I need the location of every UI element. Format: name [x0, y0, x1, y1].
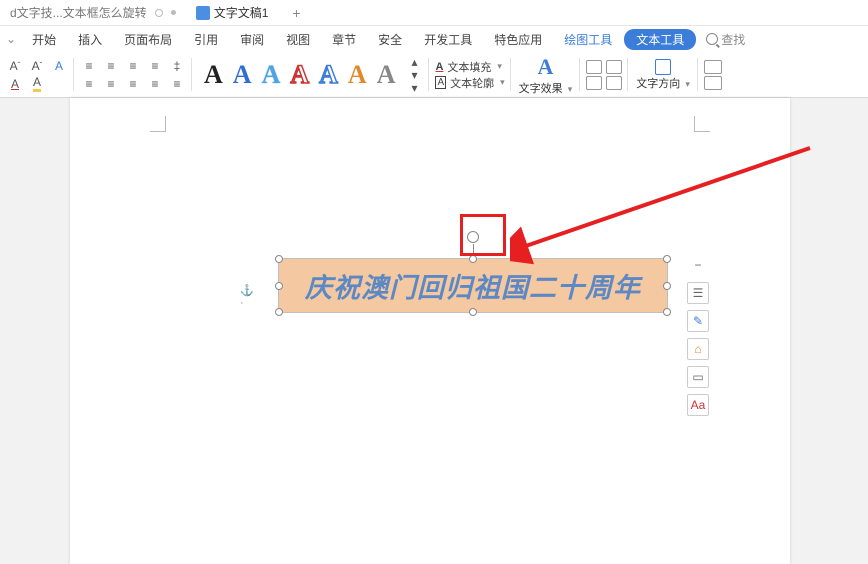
search-box[interactable]: 查找 — [706, 31, 745, 48]
resize-handle-tm[interactable] — [469, 255, 477, 263]
textbox-text[interactable]: 庆祝澳门回归祖国二十周年 — [305, 266, 641, 305]
font-increase-button[interactable]: Aˆ — [6, 57, 24, 75]
chevron-down-icon: ▾ — [497, 61, 502, 72]
ribbon-toolbar: Aˆ Aˇ A A A ≡ ≡ ≡ ≡ ‡ ≡ ≡ ≡ ≡ ≡ A A A — [0, 52, 868, 98]
resize-handle-mr[interactable] — [663, 282, 671, 290]
text-effect-group: A 文字效果 ▾ — [511, 52, 581, 97]
text-direction-icon — [655, 59, 671, 75]
menu-bar: ⌄ 开始 插入 页面布局 引用 审阅 视图 章节 安全 开发工具 特色应用 绘图… — [0, 26, 868, 52]
text-outline-button[interactable]: A 文本轮廓 ▾ — [435, 75, 504, 91]
align-distrib-button[interactable]: ≡ — [168, 75, 186, 93]
align-left-button[interactable]: ≡ — [80, 75, 98, 93]
wordart-more[interactable]: ▾ — [405, 82, 423, 94]
text-direction-button[interactable]: 文字方向 ▾ — [636, 59, 690, 91]
page-margin-corner-tl — [150, 116, 166, 132]
chevron-down-icon: ▾ — [500, 77, 505, 88]
wordart-scroll-down[interactable]: ▾ — [405, 69, 423, 81]
align-top-button[interactable] — [586, 60, 602, 74]
bullet-list-button[interactable]: ≡ — [80, 57, 98, 75]
annotation-highlight-box — [460, 214, 506, 256]
wordart-preset-2[interactable]: A — [233, 60, 252, 90]
menu-text-tool[interactable]: 文本工具 — [624, 29, 696, 50]
annotation-arrow — [510, 138, 830, 268]
doc-tab-2[interactable]: 文字文稿1 — [186, 0, 279, 25]
menu-review[interactable]: 审阅 — [230, 28, 274, 51]
text-effect-button[interactable]: A 文字效果 ▾ — [519, 54, 573, 96]
font-clear-button[interactable]: A — [50, 57, 68, 75]
menu-insert[interactable]: 插入 — [68, 28, 112, 51]
expand-menu-icon[interactable]: ⌄ — [2, 32, 20, 46]
number-list-button[interactable]: ≡ — [102, 57, 120, 75]
page[interactable]: ⚓ · 庆祝澳门回归祖国二十周年 − ☰ ✎ ⌂ ▭ Aa — [70, 98, 790, 564]
wps-doc-icon — [196, 6, 210, 20]
menu-reference[interactable]: 引用 — [184, 28, 228, 51]
paragraph-group: ≡ ≡ ≡ ≡ ‡ ≡ ≡ ≡ ≡ ≡ — [74, 52, 192, 97]
search-icon — [706, 33, 718, 45]
text-direction-group: 文字方向 ▾ — [628, 52, 698, 97]
indent-dec-button[interactable]: ≡ — [124, 57, 142, 75]
resize-handle-bm[interactable] — [469, 308, 477, 316]
wordart-preset-7[interactable]: A — [377, 60, 396, 90]
menu-section[interactable]: 章节 — [322, 28, 366, 51]
wordart-preset-6[interactable]: A — [348, 60, 367, 90]
text-align-group — [580, 52, 628, 97]
anchor-icon: ⚓ · — [240, 284, 254, 298]
wordart-style-group: A A A A A A A ▴ ▾ ▾ — [192, 52, 429, 97]
indent-inc-button[interactable]: ≡ — [146, 57, 164, 75]
wordart-preset-5[interactable]: A — [319, 60, 338, 90]
edit-button[interactable]: ✎ — [687, 310, 709, 332]
document-tabs: d文字技...文本框怎么旋转 文字文稿1 + — [0, 0, 868, 26]
align-middle-button[interactable] — [586, 76, 602, 90]
resize-handle-tl[interactable] — [275, 255, 283, 263]
link-button[interactable] — [704, 60, 722, 74]
align-justify-button[interactable]: ≡ — [146, 75, 164, 93]
menu-start[interactable]: 开始 — [22, 28, 66, 51]
fill-button[interactable]: ⌂ — [687, 338, 709, 360]
wordart-preset-3[interactable]: A — [262, 60, 281, 90]
text-effect-label: 文字效果 ▾ — [519, 80, 573, 96]
highlight-button[interactable]: A — [28, 75, 46, 93]
font-panel-button[interactable]: Aa — [687, 394, 709, 416]
doc-tab-2-label: 文字文稿1 — [214, 4, 269, 21]
menu-view[interactable]: 视图 — [276, 28, 320, 51]
text-effect-icon: A — [538, 54, 554, 80]
page-margin-corner-tr — [694, 116, 710, 132]
tab-close-icon[interactable] — [155, 9, 163, 17]
resize-handle-ml[interactable] — [275, 282, 283, 290]
text-direction-label: 文字方向 ▾ — [636, 75, 690, 91]
menu-layout[interactable]: 页面布局 — [114, 28, 182, 51]
font-decrease-button[interactable]: Aˇ — [28, 57, 46, 75]
columns-button[interactable] — [704, 76, 722, 90]
menu-special[interactable]: 特色应用 — [484, 28, 552, 51]
text-fill-button[interactable]: A 文本填充 ▾ — [435, 59, 504, 75]
text-fill-group: A 文本填充 ▾ A 文本轮廓 ▾ — [429, 52, 510, 97]
wordart-preset-1[interactable]: A — [204, 60, 223, 90]
font-color-button[interactable]: A — [6, 75, 24, 93]
search-placeholder: 查找 — [721, 31, 745, 48]
margin-button[interactable] — [606, 60, 622, 74]
text-fill-label: 文本填充 — [447, 59, 491, 75]
shape-button[interactable]: ▭ — [687, 366, 709, 388]
align-center-button[interactable]: ≡ — [102, 75, 120, 93]
resize-handle-br[interactable] — [663, 308, 671, 316]
layout-options-button[interactable]: ☰ — [687, 282, 709, 304]
text-outline-label: 文本轮廓 — [450, 75, 494, 91]
add-tab-button[interactable]: + — [278, 5, 314, 21]
resize-handle-bl[interactable] — [275, 308, 283, 316]
wordart-scroll-up[interactable]: ▴ — [405, 56, 423, 68]
menu-draw-tool[interactable]: 绘图工具 — [554, 28, 622, 51]
wordart-preset-4[interactable]: A — [290, 60, 309, 90]
menu-dev[interactable]: 开发工具 — [414, 28, 482, 51]
doc-tab-1-label: d文字技...文本框怎么旋转 — [10, 4, 147, 21]
align-right-button[interactable]: ≡ — [124, 75, 142, 93]
menu-security[interactable]: 安全 — [368, 28, 412, 51]
wrap-button[interactable] — [606, 76, 622, 90]
tab-pin-icon — [171, 10, 176, 15]
font-size-group: Aˆ Aˇ A A A — [0, 52, 74, 97]
contextual-tool-panel: − ☰ ✎ ⌂ ▭ Aa — [687, 254, 709, 416]
document-canvas[interactable]: ⚓ · 庆祝澳门回归祖国二十周年 − ☰ ✎ ⌂ ▭ Aa — [0, 98, 868, 564]
misc-group — [698, 52, 728, 97]
line-spacing-button[interactable]: ‡ — [168, 57, 186, 75]
doc-tab-1[interactable]: d文字技...文本框怎么旋转 — [0, 0, 186, 25]
